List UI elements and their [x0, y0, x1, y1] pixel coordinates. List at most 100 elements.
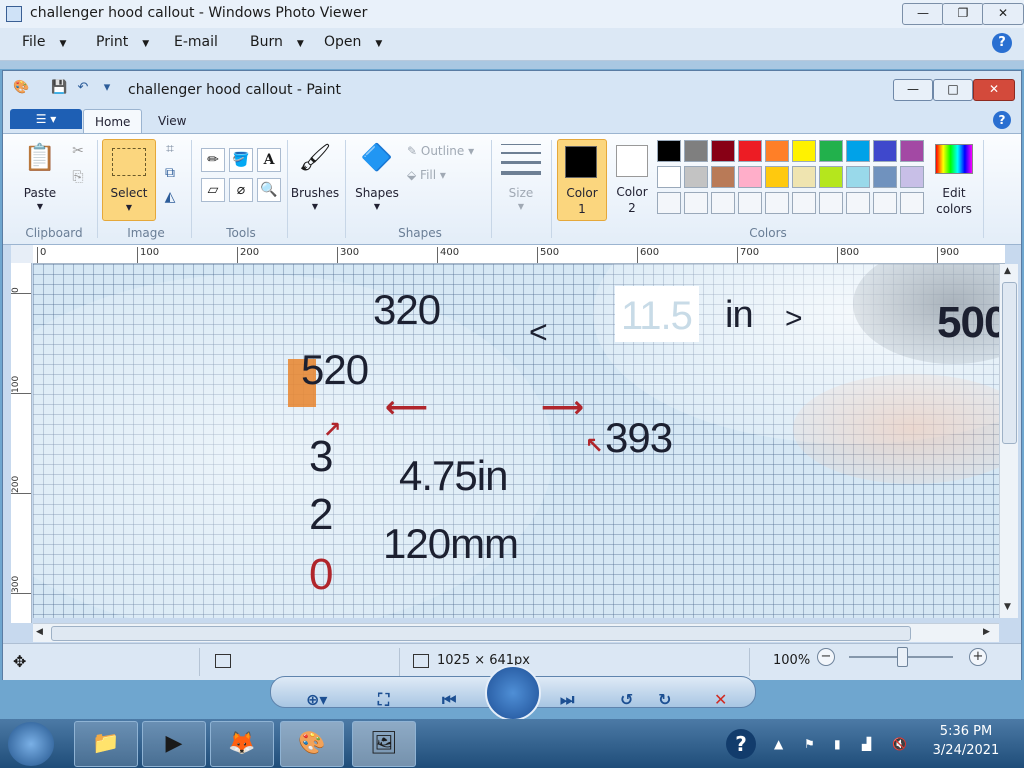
- eraser-icon[interactable]: ▱: [201, 178, 225, 202]
- palette-empty-slot[interactable]: [765, 192, 789, 214]
- palette-empty-slot[interactable]: [657, 192, 681, 214]
- menu-print[interactable]: Print ▼: [96, 34, 149, 50]
- palette-swatch[interactable]: [765, 166, 789, 188]
- zoom-in-icon[interactable]: +: [969, 648, 987, 666]
- vertical-scrollbar[interactable]: ▲ ▼: [999, 264, 1018, 618]
- menu-file[interactable]: File ▼: [22, 34, 66, 50]
- edit-colors-label-2[interactable]: colors: [927, 202, 981, 216]
- outline-button[interactable]: ✎ Outline ▾: [407, 144, 481, 158]
- cut-icon[interactable]: ✂: [67, 140, 89, 162]
- tray-help-icon[interactable]: ?: [726, 729, 756, 759]
- palette-swatch[interactable]: [684, 166, 708, 188]
- tab-home[interactable]: Home: [83, 109, 143, 134]
- close-button[interactable]: ✕: [982, 3, 1024, 25]
- palette-swatch[interactable]: [900, 140, 924, 162]
- palette-empty-slot[interactable]: [900, 192, 924, 214]
- actual-size-icon[interactable]: ⛶: [378, 690, 389, 710]
- vertical-scroll-thumb[interactable]: [1002, 282, 1017, 444]
- paste-icon[interactable]: 📋: [21, 142, 59, 174]
- undo-icon[interactable]: ↶: [75, 80, 91, 96]
- palette-swatch[interactable]: [819, 140, 843, 162]
- menu-email[interactable]: E-mail: [174, 34, 218, 50]
- fill-bucket-icon[interactable]: 🪣: [229, 148, 253, 172]
- palette-swatch[interactable]: [900, 166, 924, 188]
- explorer-taskbar-button[interactable]: 📁: [74, 721, 138, 767]
- horizontal-scroll-thumb[interactable]: [51, 626, 911, 641]
- save-icon[interactable]: 💾: [51, 80, 67, 96]
- palette-empty-slot[interactable]: [873, 192, 897, 214]
- volume-icon[interactable]: 🔇: [892, 737, 907, 751]
- photo-viewer-taskbar-button[interactable]: 🖼: [352, 721, 416, 767]
- brushes-button[interactable]: Brushes: [289, 186, 341, 200]
- edit-colors-label[interactable]: Edit: [927, 186, 981, 200]
- paste-dropdown-icon[interactable]: ▼: [17, 202, 63, 211]
- palette-swatch[interactable]: [873, 166, 897, 188]
- paste-button[interactable]: Paste: [17, 186, 63, 200]
- color1-button[interactable]: Color 1: [557, 139, 607, 221]
- rotate-counterclockwise-icon[interactable]: ↺: [620, 690, 633, 709]
- crop-icon[interactable]: ⌗: [159, 138, 181, 160]
- quick-access-dropdown-icon[interactable]: ▾: [99, 80, 115, 96]
- palette-empty-slot[interactable]: [846, 192, 870, 214]
- start-button[interactable]: [8, 722, 54, 766]
- ribbon-help-icon[interactable]: ?: [993, 111, 1011, 129]
- palette-swatch[interactable]: [792, 166, 816, 188]
- paint-minimize-button[interactable]: —: [893, 79, 933, 101]
- horizontal-scrollbar[interactable]: ◀ ▶: [33, 623, 999, 642]
- copy-icon[interactable]: ⎘: [67, 166, 89, 188]
- palette-swatch[interactable]: [657, 166, 681, 188]
- next-icon[interactable]: ⏭: [560, 690, 574, 710]
- brushes-icon[interactable]: 🖌: [295, 142, 335, 174]
- zoom-out-icon[interactable]: −: [817, 648, 835, 666]
- palette-swatch[interactable]: [711, 140, 735, 162]
- shapes-icon[interactable]: 🔷: [357, 142, 397, 174]
- palette-swatch[interactable]: [684, 140, 708, 162]
- palette-swatch[interactable]: [792, 140, 816, 162]
- paint-menu-button[interactable]: ☰ ▾: [10, 109, 82, 129]
- menu-burn[interactable]: Burn ▼: [250, 34, 304, 50]
- size-button[interactable]: Size: [495, 186, 547, 200]
- paint-taskbar-button[interactable]: 🎨: [280, 721, 344, 767]
- brushes-dropdown-icon[interactable]: ▼: [289, 202, 341, 211]
- palette-swatch[interactable]: [819, 166, 843, 188]
- scroll-down-icon[interactable]: ▼: [1004, 602, 1011, 612]
- palette-swatch[interactable]: [657, 140, 681, 162]
- network-icon[interactable]: ▟: [862, 737, 871, 751]
- palette-swatch[interactable]: [738, 140, 762, 162]
- text-tool-icon[interactable]: A: [257, 148, 281, 172]
- zoom-slider-thumb[interactable]: [897, 647, 908, 667]
- palette-swatch[interactable]: [846, 140, 870, 162]
- palette-empty-slot[interactable]: [684, 192, 708, 214]
- resize-icon[interactable]: ⧉: [159, 162, 181, 184]
- fill-button[interactable]: ⬙ Fill ▾: [407, 168, 481, 182]
- paint-app-icon[interactable]: 🎨: [13, 80, 29, 96]
- size-icon[interactable]: [501, 144, 541, 184]
- palette-empty-slot[interactable]: [738, 192, 762, 214]
- previous-icon[interactable]: ⏮: [442, 690, 456, 710]
- rotate-clockwise-icon[interactable]: ↻: [658, 690, 671, 709]
- select-button[interactable]: Select ▼: [102, 139, 156, 221]
- palette-empty-slot[interactable]: [792, 192, 816, 214]
- palette-swatch[interactable]: [846, 166, 870, 188]
- palette-swatch[interactable]: [738, 166, 762, 188]
- show-hidden-icons-icon[interactable]: ▲: [774, 737, 783, 751]
- firefox-taskbar-button[interactable]: 🦊: [210, 721, 274, 767]
- size-dropdown-icon[interactable]: ▼: [495, 202, 547, 211]
- palette-empty-slot[interactable]: [819, 192, 843, 214]
- help-icon[interactable]: ?: [992, 33, 1012, 53]
- shapes-dropdown-icon[interactable]: ▼: [351, 202, 403, 211]
- delete-icon[interactable]: ✕: [714, 690, 727, 709]
- color-picker-icon[interactable]: ⌀: [229, 178, 253, 202]
- zoom-icon[interactable]: ⊕▾: [306, 690, 327, 709]
- scroll-right-icon[interactable]: ▶: [983, 627, 990, 637]
- slideshow-button[interactable]: [485, 665, 541, 721]
- palette-empty-slot[interactable]: [711, 192, 735, 214]
- palette-swatch[interactable]: [765, 140, 789, 162]
- magnifier-icon[interactable]: 🔍: [257, 178, 281, 202]
- taskbar-clock[interactable]: 5:36 PM 3/24/2021: [926, 724, 1006, 758]
- pencil-icon[interactable]: ✏: [201, 148, 225, 172]
- tab-view[interactable]: View: [147, 109, 197, 133]
- palette-swatch[interactable]: [873, 140, 897, 162]
- media-player-taskbar-button[interactable]: ▶: [142, 721, 206, 767]
- minimize-button[interactable]: —: [902, 3, 944, 25]
